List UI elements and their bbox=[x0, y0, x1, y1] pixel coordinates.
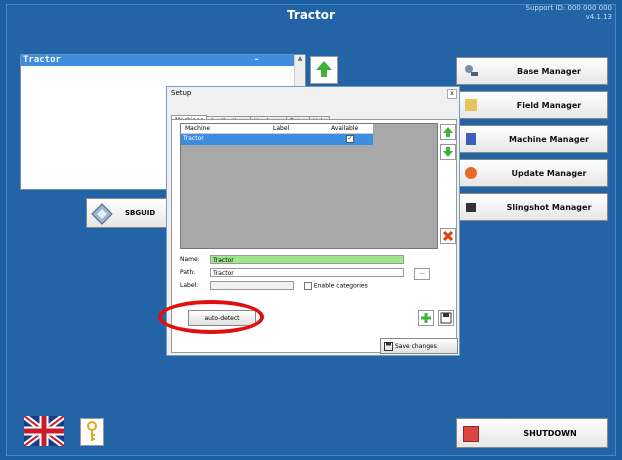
list-item-label: Tractor bbox=[23, 55, 61, 65]
move-up-button[interactable] bbox=[310, 56, 338, 84]
field-icon bbox=[465, 99, 477, 111]
col-available: Available bbox=[331, 125, 359, 132]
delete-icon bbox=[443, 231, 453, 241]
update-icon bbox=[465, 167, 477, 179]
up-arrow-icon bbox=[316, 61, 332, 77]
add-machine-button[interactable] bbox=[418, 310, 434, 326]
base-manager-label: Base Manager bbox=[516, 67, 582, 76]
version-label: v4.1.13 bbox=[585, 13, 612, 21]
power-icon bbox=[463, 426, 479, 442]
sbguide-icon bbox=[91, 203, 113, 225]
browse-button[interactable]: ... bbox=[414, 268, 430, 280]
machine-icon bbox=[466, 133, 476, 145]
update-manager-button[interactable]: Update Manager bbox=[456, 159, 608, 187]
plus-icon bbox=[421, 313, 431, 323]
path-label: Path: bbox=[180, 269, 196, 276]
list-item[interactable]: Tractor - bbox=[21, 55, 305, 66]
machine-manager-button[interactable]: Machine Manager bbox=[456, 125, 608, 153]
label-field[interactable] bbox=[210, 281, 294, 290]
down-arrow-icon bbox=[443, 147, 453, 157]
slingshot-manager-button[interactable]: Slingshot Manager bbox=[456, 193, 608, 221]
satellite-icon bbox=[465, 65, 478, 76]
save-changes-button[interactable]: Save changes bbox=[380, 338, 458, 354]
label-label: Label: bbox=[180, 282, 199, 289]
machine-manager-label: Machine Manager bbox=[509, 135, 589, 144]
col-machine: Machine bbox=[185, 125, 211, 132]
key-icon bbox=[87, 421, 97, 441]
setup-tabs: MachinesApplicationsHardwareExtraHelp bbox=[171, 107, 331, 126]
shutdown-button[interactable]: SHUTDOWN bbox=[456, 418, 608, 448]
key-button[interactable] bbox=[80, 418, 104, 446]
row-machine: Tractor bbox=[183, 135, 204, 142]
update-manager-label: Update Manager bbox=[511, 169, 587, 178]
shutdown-label: SHUTDOWN bbox=[523, 429, 577, 438]
name-field[interactable]: Tractor bbox=[210, 255, 404, 264]
dialog-close-button[interactable]: x bbox=[447, 89, 457, 99]
save-machine-button[interactable] bbox=[438, 310, 454, 326]
floppy-icon bbox=[440, 312, 452, 324]
available-checkbox[interactable]: ✓ bbox=[346, 135, 354, 143]
sbguide-button[interactable]: SBGUID bbox=[86, 198, 176, 228]
col-label: Label bbox=[273, 125, 290, 132]
delete-row-button[interactable] bbox=[440, 228, 456, 244]
grid-header: Machine Label Available bbox=[181, 124, 373, 134]
uk-flag-icon[interactable] bbox=[24, 416, 64, 446]
sbguide-label: SBGUID bbox=[125, 209, 156, 217]
slingshot-icon bbox=[466, 203, 476, 212]
support-info: Support ID: 000 000 000 v4.1.13 bbox=[526, 4, 612, 22]
table-row[interactable]: Tractor ✓ bbox=[181, 134, 373, 145]
floppy-icon bbox=[384, 342, 393, 351]
support-id: Support ID: 000 000 000 bbox=[525, 4, 612, 12]
enable-categories-option[interactable]: Enable categories bbox=[304, 282, 368, 290]
field-manager-button[interactable]: Field Manager bbox=[456, 91, 608, 119]
field-manager-label: Field Manager bbox=[516, 101, 582, 110]
enable-categories-checkbox[interactable] bbox=[304, 282, 312, 290]
annotation-ring bbox=[158, 300, 264, 334]
up-arrow-icon bbox=[443, 127, 453, 137]
move-up-row-button[interactable] bbox=[440, 124, 456, 140]
path-field[interactable]: Tractor bbox=[210, 268, 404, 277]
base-manager-button[interactable]: Base Manager bbox=[456, 57, 608, 85]
slingshot-manager-label: Slingshot Manager bbox=[506, 203, 592, 212]
list-item-marker: - bbox=[254, 55, 260, 65]
machine-grid[interactable]: Machine Label Available Tractor ✓ bbox=[180, 123, 438, 249]
save-changes-label: Save changes bbox=[395, 343, 437, 350]
name-label: Name: bbox=[180, 256, 200, 263]
enable-categories-label: Enable categories bbox=[313, 282, 368, 290]
dialog-title: Setup bbox=[171, 89, 192, 97]
move-down-row-button[interactable] bbox=[440, 144, 456, 160]
